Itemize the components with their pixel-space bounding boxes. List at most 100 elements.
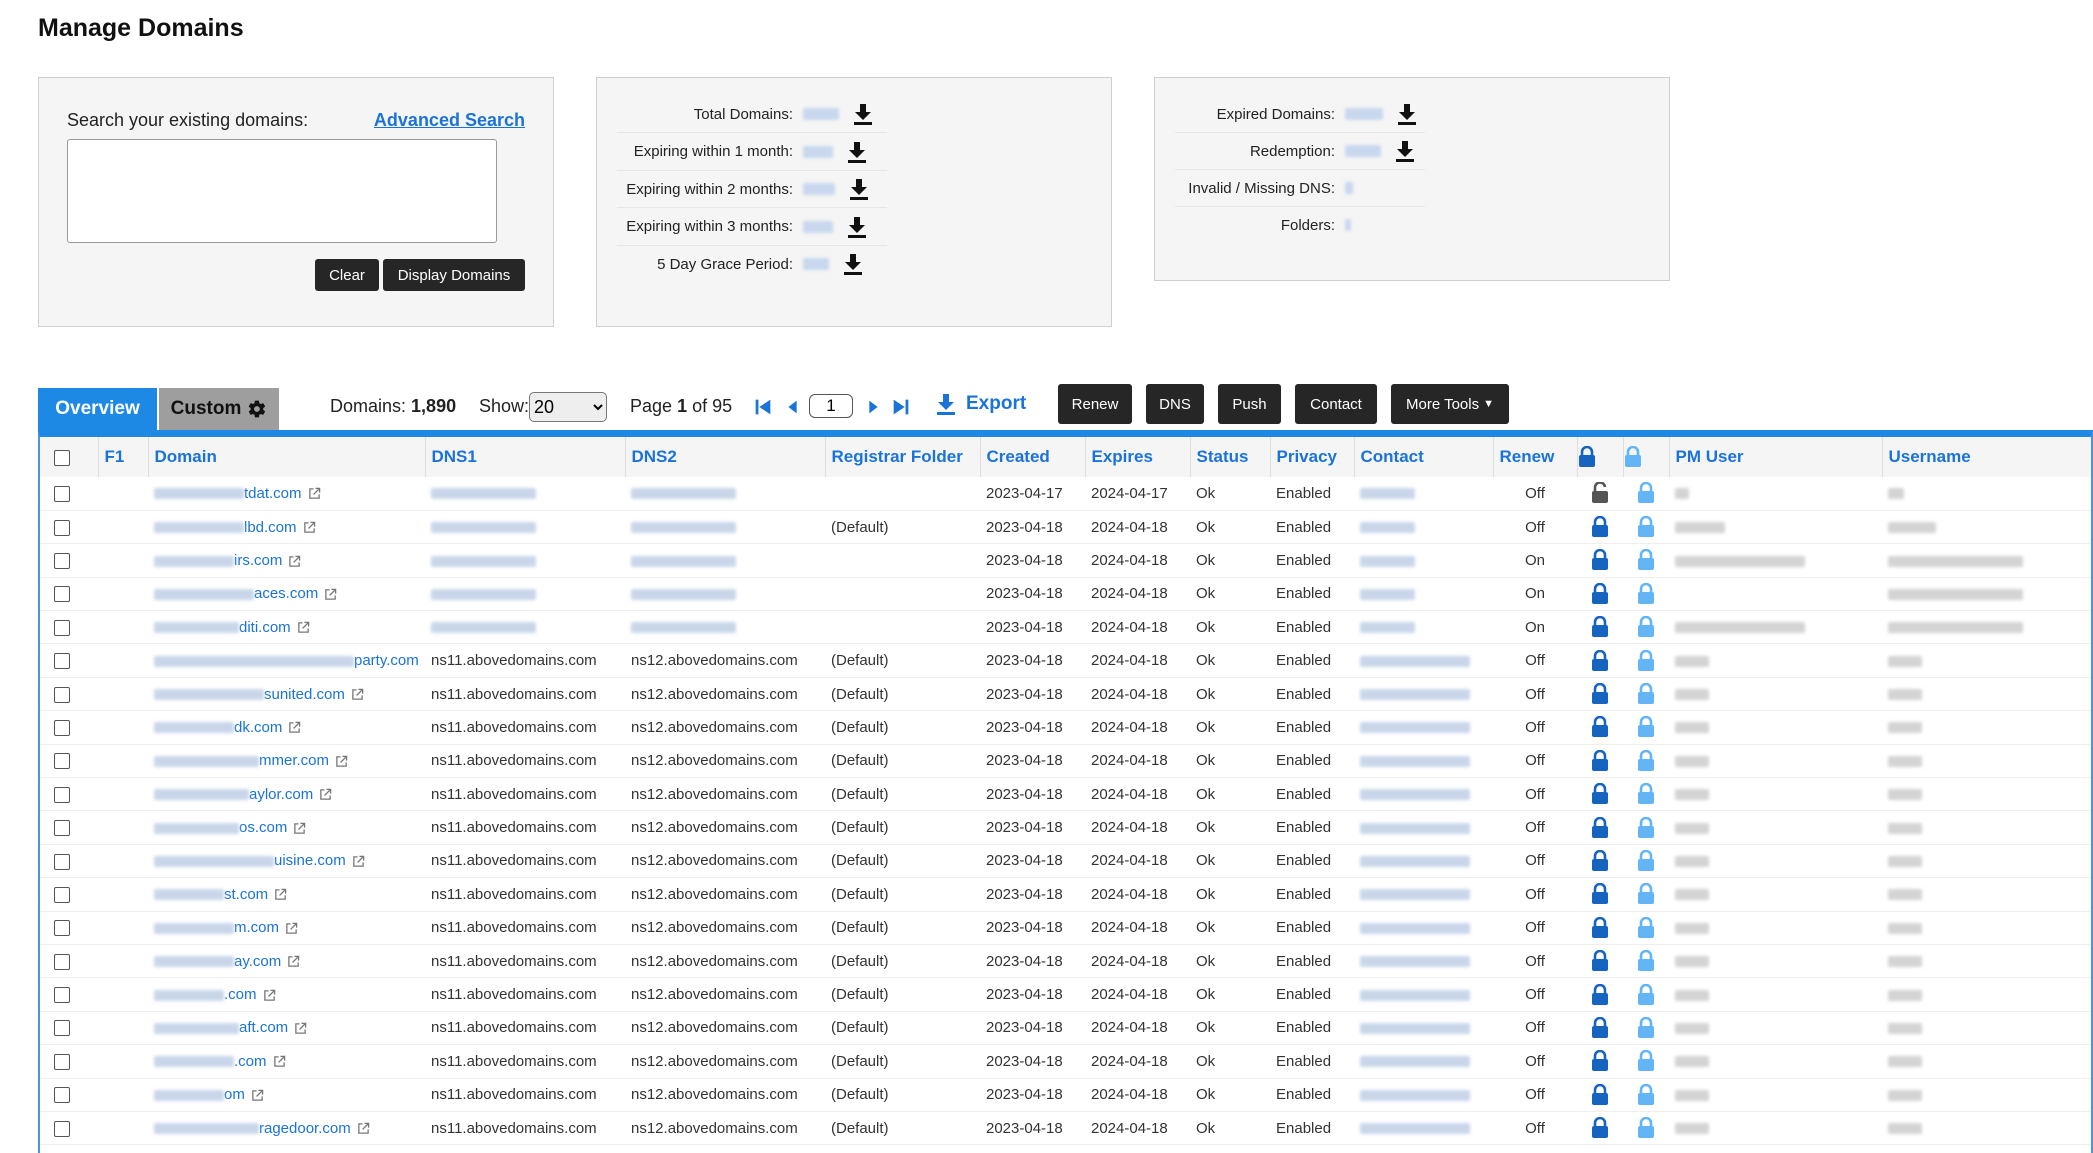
privacy-cell[interactable]: Enabled (1270, 510, 1354, 545)
contact-button[interactable]: Contact (1295, 384, 1377, 424)
more-tools-button[interactable]: More Tools ▼ (1391, 384, 1509, 424)
tab-custom[interactable]: Custom (159, 388, 279, 430)
row-checkbox[interactable] (54, 1087, 70, 1104)
external-link-icon[interactable] (285, 922, 298, 935)
row-checkbox[interactable] (54, 786, 70, 803)
dns1-cell[interactable]: ns11.abovedomains.com (425, 1111, 625, 1146)
table-row[interactable]: .com ns11.abovedomains.com ns12.abovedomai… (40, 977, 2091, 1012)
lock-icon[interactable] (1591, 682, 1609, 705)
lock-icon[interactable] (1591, 749, 1609, 772)
transfer-lock-icon[interactable] (1637, 749, 1655, 772)
renew-cell[interactable]: Off (1493, 477, 1577, 511)
external-link-icon[interactable] (303, 521, 316, 534)
dns1-cell[interactable]: ns11.abovedomains.com (425, 1044, 625, 1079)
table-row[interactable]: os.com ns11.abovedomains.com ns12.abovedom… (40, 810, 2091, 845)
transfer-lock-icon[interactable] (1637, 1016, 1655, 1039)
domain-link[interactable]: sunited.com (264, 686, 345, 703)
renew-cell[interactable]: Off (1493, 1044, 1577, 1079)
table-row[interactable]: dk.com ns11.abovedomains.com ns12.abovedom… (40, 710, 2091, 745)
col-lock[interactable] (1577, 437, 1624, 477)
renew-cell[interactable]: On (1493, 543, 1577, 578)
transfer-lock-icon[interactable] (1637, 716, 1655, 738)
contact-cell[interactable] (1354, 577, 1493, 612)
transfer-lock-icon[interactable] (1637, 482, 1655, 504)
contact-cell[interactable] (1354, 877, 1493, 912)
privacy-cell[interactable]: Enabled (1270, 1011, 1354, 1046)
external-link-icon[interactable] (351, 688, 364, 701)
external-link-icon[interactable] (273, 1055, 286, 1068)
renew-cell[interactable]: Off (1493, 710, 1577, 745)
renew-cell[interactable]: Off (1493, 744, 1577, 779)
row-checkbox[interactable] (54, 987, 70, 1004)
dns1-cell[interactable]: ns11.abovedomains.com (425, 944, 625, 979)
dns1-cell[interactable]: ns11.abovedomains.com (425, 777, 625, 812)
lock-icon[interactable] (1591, 1050, 1609, 1072)
table-row[interactable]: mmer.com ns11.abovedomains.com ns12.aboved… (40, 744, 2091, 779)
renew-cell[interactable]: Off (1493, 810, 1577, 845)
row-checkbox[interactable] (54, 753, 70, 770)
lock-icon[interactable] (1591, 1083, 1609, 1106)
lock-icon[interactable] (1591, 616, 1609, 638)
privacy-cell[interactable]: Enabled (1270, 677, 1354, 712)
domain-link[interactable]: .com (234, 1053, 267, 1070)
transfer-lock-icon[interactable] (1637, 949, 1655, 972)
row-checkbox[interactable] (54, 920, 70, 937)
dns1-cell[interactable]: ns11.abovedomains.com (425, 1078, 625, 1112)
domain-link[interactable]: st.com (224, 886, 268, 903)
display-domains-button[interactable]: Display Domains (383, 259, 525, 291)
domain-link[interactable]: m.com (234, 919, 279, 936)
table-row[interactable]: sunited.com ns11.abovedomains.com ns12.abo… (40, 677, 2091, 712)
domain-link[interactable]: os.com (239, 819, 287, 836)
lock-icon[interactable] (1591, 582, 1609, 605)
download-icon[interactable] (847, 216, 867, 238)
external-link-icon[interactable] (288, 721, 301, 734)
privacy-cell[interactable]: Enabled (1270, 777, 1354, 812)
domain-link[interactable]: dk.com (234, 719, 282, 736)
col-dns2[interactable]: DNS2 (625, 437, 826, 477)
renew-cell[interactable]: Off (1493, 677, 1577, 712)
contact-cell[interactable] (1354, 643, 1493, 678)
lock-icon[interactable] (1591, 1016, 1609, 1039)
domain-link[interactable]: aft.com (239, 1019, 288, 1036)
dns1-cell[interactable]: ns11.abovedomains.com (425, 1011, 625, 1046)
row-checkbox[interactable] (54, 719, 70, 736)
prev-page-icon[interactable] (782, 396, 804, 418)
dns2-cell[interactable]: ns12.abovedomains.com (625, 1044, 825, 1079)
dns2-cell[interactable]: ns12.abovedomains.com (625, 911, 825, 945)
lock-icon[interactable] (1591, 515, 1609, 538)
external-link-icon[interactable] (357, 1122, 370, 1135)
external-link-icon[interactable] (288, 555, 301, 568)
renew-cell[interactable]: Off (1493, 777, 1577, 812)
table-row[interactable]: om ns11.abovedomains.com ns12.abovedomains… (40, 1078, 2091, 1112)
table-row[interactable]: ay.com ns11.abovedomains.com ns12.abovedom… (40, 944, 2091, 979)
col-created[interactable]: Created (980, 437, 1086, 477)
dns2-cell[interactable]: ns12.abovedomains.com (625, 844, 825, 879)
row-checkbox[interactable] (54, 1020, 70, 1037)
contact-cell[interactable] (1354, 744, 1493, 779)
privacy-cell[interactable]: Enabled (1270, 477, 1354, 511)
row-checkbox[interactable] (54, 820, 70, 837)
contact-cell[interactable] (1354, 1111, 1493, 1146)
contact-cell[interactable] (1354, 1011, 1493, 1046)
dns2-cell[interactable]: ns12.abovedomains.com (625, 944, 825, 979)
row-checkbox[interactable] (54, 1053, 70, 1070)
row-checkbox[interactable] (54, 886, 70, 903)
table-row[interactable]: aft.com ns11.abovedomains.com ns12.abovedo… (40, 1011, 2091, 1046)
privacy-cell[interactable]: Enabled (1270, 1044, 1354, 1079)
external-link-icon[interactable] (294, 1022, 307, 1035)
next-page-icon[interactable] (862, 396, 884, 418)
external-link-icon[interactable] (335, 755, 348, 768)
domain-link[interactable]: aylor.com (249, 786, 313, 803)
external-link-icon[interactable] (287, 955, 300, 968)
download-icon[interactable] (1395, 140, 1415, 162)
domain-search-input[interactable] (67, 139, 497, 243)
contact-cell[interactable] (1354, 1044, 1493, 1079)
transfer-lock-icon[interactable] (1637, 916, 1655, 939)
domain-link[interactable]: party.com (354, 652, 419, 669)
dns1-cell[interactable]: ns11.abovedomains.com (425, 810, 625, 845)
transfer-lock-icon[interactable] (1637, 782, 1655, 805)
col-expires[interactable]: Expires (1085, 437, 1191, 477)
tab-overview[interactable]: Overview (38, 388, 157, 430)
download-icon[interactable] (1397, 103, 1417, 125)
col-status[interactable]: Status (1190, 437, 1271, 477)
